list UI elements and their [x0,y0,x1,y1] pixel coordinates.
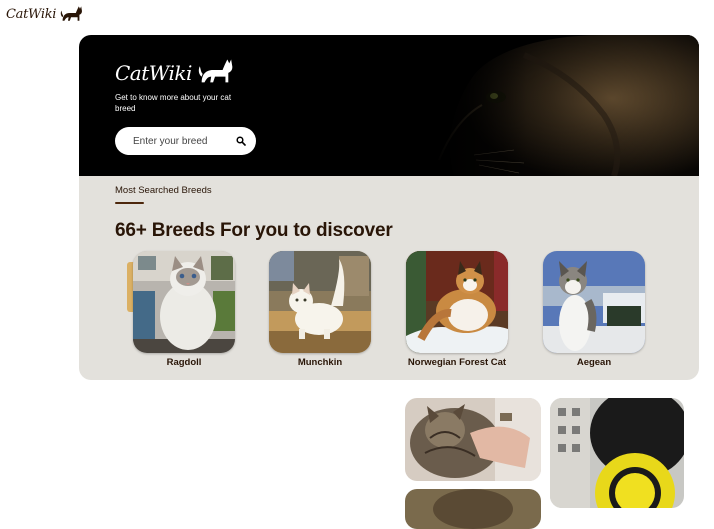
logo-text: CatWiki [6,7,57,22]
munchkin-photo[interactable] [269,251,371,353]
breeds-panel: Most Searched Breeds 66+ Breeds For you … [79,176,699,380]
breed-card-aegean[interactable]: Aegean [542,251,646,368]
breed-name[interactable]: Norwegian Forest Cat [385,357,529,368]
ragdoll-photo[interactable] [133,251,235,353]
norwegian-forest-cat-photo[interactable] [406,251,508,353]
hero-cat-photo [434,35,699,176]
search-icon[interactable] [236,136,246,146]
hero-tagline: Get to know more about your cat breed [115,93,232,113]
aegean-photo[interactable] [543,251,645,353]
site-logo[interactable]: CatWiki [6,4,83,22]
most-searched-label: Most Searched Breeds [115,185,212,196]
breeds-headline: 66+ Breeds For you to discover [115,220,393,241]
cat-gallery-photo [405,398,541,481]
breed-search-input[interactable] [133,135,236,147]
breed-name[interactable]: Ragdoll [112,357,256,368]
breed-card-munchkin[interactable]: Munchkin [268,251,372,368]
section-underline [115,202,144,204]
hero-banner: CatWiki Get to know more about your cat … [79,35,699,176]
breed-search-box[interactable] [115,127,256,155]
cat-gallery-photo [550,398,684,508]
cat-silhouette-icon [198,59,233,83]
breed-name[interactable]: Aegean [522,357,666,368]
hero-logo: CatWiki [115,55,234,85]
cat-gallery-photo [405,489,541,529]
breed-name[interactable]: Munchkin [248,357,392,368]
breed-card-ragdoll[interactable]: Ragdoll [132,251,236,368]
hero-logo-text: CatWiki [115,61,192,85]
cat-silhouette-icon [60,6,83,21]
breed-card-norwegian-forest-cat[interactable]: Norwegian Forest Cat [405,251,509,368]
